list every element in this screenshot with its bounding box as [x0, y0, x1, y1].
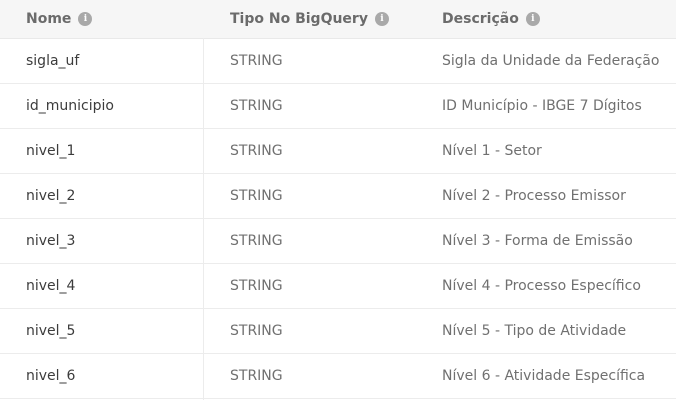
- header-label-type: Tipo No BigQuery: [230, 11, 368, 27]
- header-cell-description: Descrição i: [442, 0, 540, 38]
- cell-description: ID Município - IBGE 7 Dígitos: [442, 98, 642, 114]
- header-cell-type: Tipo No BigQuery i: [230, 0, 389, 38]
- cell-type: STRING: [230, 98, 283, 114]
- cell-type: STRING: [230, 323, 283, 339]
- table-row: nivel_4 STRING Nível 4 - Processo Especí…: [0, 264, 676, 309]
- info-icon[interactable]: i: [78, 12, 93, 26]
- header-label-description: Descrição: [442, 11, 519, 27]
- table-row: nivel_2 STRING Nível 2 - Processo Emisso…: [0, 174, 676, 219]
- cell-description: Nível 3 - Forma de Emissão: [442, 233, 633, 249]
- schema-table: Nome i Tipo No BigQuery i Descrição i si…: [0, 0, 676, 400]
- cell-description: Nível 5 - Tipo de Atividade: [442, 323, 627, 339]
- cell-type: STRING: [230, 368, 283, 384]
- cell-name: nivel_5: [26, 323, 76, 339]
- cell-name: sigla_uf: [26, 53, 80, 69]
- cell-type: STRING: [230, 233, 283, 249]
- table-row: nivel_5 STRING Nível 5 - Tipo de Ativida…: [0, 309, 676, 354]
- table-row: nivel_3 STRING Nível 3 - Forma de Emissã…: [0, 219, 676, 264]
- cell-name: id_municipio: [26, 98, 114, 114]
- cell-name: nivel_2: [26, 188, 76, 204]
- table-row: id_municipio STRING ID Município - IBGE …: [0, 84, 676, 129]
- cell-name: nivel_1: [26, 143, 76, 159]
- cell-name: nivel_3: [26, 233, 76, 249]
- table-row: nivel_1 STRING Nível 1 - Setor: [0, 129, 676, 174]
- cell-type: STRING: [230, 53, 283, 69]
- cell-description: Sigla da Unidade da Federação: [442, 53, 660, 69]
- table-row: nivel_6 STRING Nível 6 - Atividade Espec…: [0, 354, 676, 399]
- header-cell-name: Nome i: [26, 0, 93, 38]
- table-row: sigla_uf STRING Sigla da Unidade da Fede…: [0, 39, 676, 84]
- cell-description: Nível 1 - Setor: [442, 143, 542, 159]
- info-icon[interactable]: i: [374, 12, 389, 26]
- cell-description: Nível 2 - Processo Emissor: [442, 188, 626, 204]
- cell-type: STRING: [230, 188, 283, 204]
- cell-type: STRING: [230, 278, 283, 294]
- header-label-name: Nome: [26, 11, 72, 27]
- cell-description: Nível 6 - Atividade Específica: [442, 368, 646, 384]
- cell-type: STRING: [230, 143, 283, 159]
- cell-name: nivel_6: [26, 368, 76, 384]
- table-header: Nome i Tipo No BigQuery i Descrição i: [0, 0, 676, 39]
- info-icon[interactable]: i: [525, 12, 540, 26]
- cell-name: nivel_4: [26, 278, 76, 294]
- cell-description: Nível 4 - Processo Específico: [442, 278, 641, 294]
